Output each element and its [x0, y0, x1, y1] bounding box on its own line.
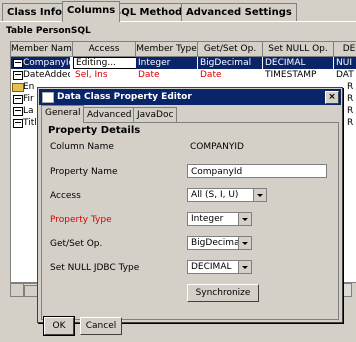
- member-doc-icon: [13, 119, 23, 128]
- property-name-input[interactable]: CompanyId: [187, 164, 327, 178]
- cell-member-type: Integer: [136, 57, 197, 69]
- cell-de: R: [347, 82, 354, 92]
- dialog-title-bar[interactable]: Data Class Property Editor ×: [39, 89, 341, 105]
- cell-de: R: [347, 106, 354, 116]
- synchronize-button[interactable]: Synchronize: [187, 284, 259, 302]
- dialog-app-icon: [42, 92, 54, 103]
- cell-setnull: TIMESTAMP: [265, 70, 317, 80]
- cell-member-type: Date: [138, 70, 160, 80]
- cell-getset: BigDecimal: [198, 57, 262, 69]
- cancel-button[interactable]: Cancel: [80, 317, 122, 335]
- cell-setnull: DECIMAL: [263, 57, 333, 69]
- column-name-value: COMPANYID: [190, 142, 244, 152]
- tab-general[interactable]: General: [41, 105, 85, 123]
- tab-javadoc[interactable]: JavaDoc: [133, 107, 178, 123]
- property-type-select[interactable]: Integer: [187, 212, 252, 226]
- getset-select[interactable]: BigDecimal: [187, 236, 252, 250]
- close-icon[interactable]: ×: [325, 91, 339, 104]
- table-row[interactable]: DateAdded Sel, Ins Date Date TIMESTAMP D…: [11, 69, 356, 81]
- getset-label: Get/Set Op.: [50, 239, 103, 249]
- tab-advanced[interactable]: Advanced: [83, 107, 136, 123]
- cell-member-name: DateAdded: [11, 69, 70, 81]
- setnull-label: Set NULL JDBC Type: [50, 263, 140, 273]
- access-select[interactable]: All (S, I, U): [187, 188, 267, 202]
- access-label: Access: [50, 191, 81, 201]
- member-doc-icon: [13, 95, 23, 104]
- tab-class-info[interactable]: Class Info.: [2, 3, 71, 21]
- header-access[interactable]: Access: [73, 42, 136, 57]
- ok-button[interactable]: OK: [43, 316, 75, 336]
- property-name-label: Property Name: [50, 167, 118, 177]
- property-editor-dialog: Data Class Property Editor × General Adv…: [37, 87, 343, 323]
- chevron-down-icon[interactable]: [238, 213, 251, 225]
- header-member-type[interactable]: Member Type: [136, 42, 198, 57]
- property-type-label: Property Type: [50, 215, 112, 225]
- cell-de: NUI: [334, 57, 356, 69]
- header-de[interactable]: DE: [334, 42, 356, 57]
- folder-icon: [12, 83, 24, 92]
- cell-de: DAT: [336, 70, 354, 80]
- chevron-down-icon[interactable]: [238, 261, 251, 273]
- cell-access: Sel, Ins: [75, 70, 108, 80]
- header-set-null-op[interactable]: Set NULL Op.: [263, 42, 334, 57]
- tab-divider: [0, 21, 356, 22]
- cell-member-name: CompanyId: [11, 57, 70, 69]
- tab-advanced-settings[interactable]: Advanced Settings: [181, 3, 297, 21]
- cell-access-editing[interactable]: Editing...: [73, 57, 137, 69]
- cell-de: R: [347, 118, 354, 128]
- property-details-title: Property Details: [48, 125, 141, 136]
- chevron-down-icon[interactable]: [253, 189, 266, 201]
- header-getset-op[interactable]: Get/Set Op.: [198, 42, 263, 57]
- cell-getset: Date: [200, 70, 222, 80]
- member-doc-icon: [13, 107, 23, 116]
- member-doc-icon: [13, 59, 23, 68]
- header-member-name[interactable]: Member Name: [11, 42, 73, 57]
- dialog-title: Data Class Property Editor: [57, 92, 192, 102]
- setnull-select[interactable]: DECIMAL: [187, 260, 252, 274]
- chevron-down-icon[interactable]: [238, 237, 251, 249]
- scroll-left-icon[interactable]: [11, 284, 24, 296]
- column-name-label: Column Name: [50, 142, 114, 152]
- table-group-title: Table PersonSQL: [6, 26, 91, 36]
- member-doc-icon: [13, 71, 23, 80]
- cell-de: R: [347, 94, 354, 104]
- tab-columns[interactable]: Columns: [62, 1, 121, 22]
- table-row[interactable]: CompanyId Editing... Integer BigDecimal …: [11, 57, 356, 69]
